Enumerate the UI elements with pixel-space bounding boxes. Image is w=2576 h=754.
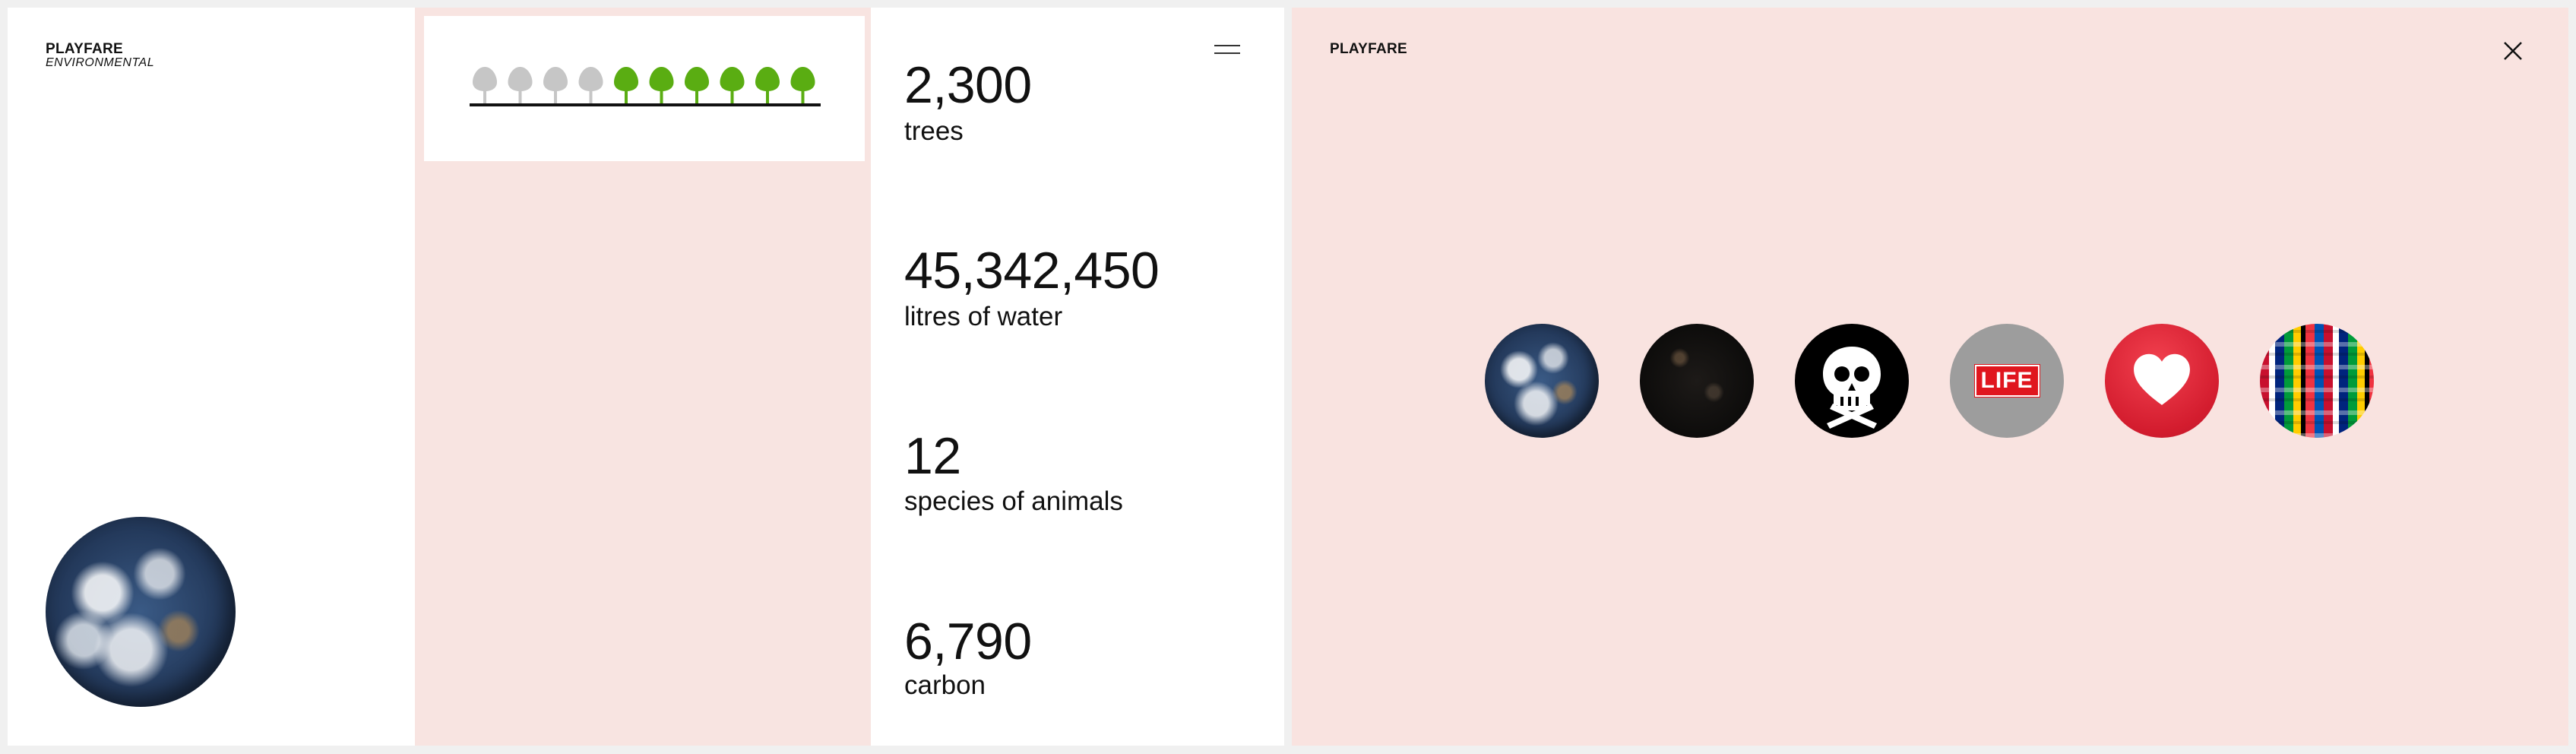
stat-water-value: 45,342,450	[904, 242, 1160, 299]
tree-green	[649, 67, 674, 103]
tree-green	[685, 67, 709, 103]
tree-grey	[543, 67, 568, 103]
brand-panel: PLAYFARE ENVIRONMENTAL	[8, 8, 415, 746]
earth-icon[interactable]	[1485, 324, 1599, 438]
tree-grey	[473, 67, 497, 103]
earth-globe-image	[46, 517, 236, 707]
stat-carbon-value: 6,790	[904, 613, 1032, 670]
brand-title[interactable]: PLAYFARE	[46, 41, 123, 58]
stat-trees-value: 2,300	[904, 56, 1032, 114]
stats-panel: 2,300 trees 45,342,450 litres of water 1…	[871, 8, 1284, 746]
stat-water-label: litres of water	[904, 302, 1063, 331]
tree-green	[614, 67, 638, 103]
stat-carbon-label: carbon	[904, 670, 986, 700]
theme-chooser-overlay: PLAYFARE LIFE	[1292, 8, 2568, 746]
world-flags-icon[interactable]	[2260, 324, 2374, 438]
stat-species-label: species of animals	[904, 486, 1123, 516]
tree-green	[790, 67, 815, 103]
tree-green	[720, 67, 745, 103]
stat-trees-label: trees	[904, 116, 964, 146]
life-logo-icon[interactable]: LIFE	[1950, 324, 2064, 438]
menu-icon[interactable]	[1214, 42, 1240, 57]
tree-grey	[508, 67, 533, 103]
stat-species-value: 12	[904, 427, 961, 485]
heart-icon[interactable]	[2105, 324, 2219, 438]
overlay-brand[interactable]: PLAYFARE	[1330, 41, 1407, 58]
trees-panel	[415, 8, 871, 746]
tree-grey	[578, 67, 603, 103]
life-logo-text: LIFE	[1973, 364, 2040, 398]
brand-subtitle: ENVIRONMENTAL	[46, 56, 155, 69]
skull-crossbones-icon[interactable]	[1795, 324, 1909, 438]
dark-planet-icon[interactable]	[1640, 324, 1754, 438]
close-icon[interactable]	[2502, 40, 2524, 62]
trees-card	[424, 16, 865, 161]
tree-green	[755, 67, 780, 103]
trees-illustration	[470, 67, 821, 106]
